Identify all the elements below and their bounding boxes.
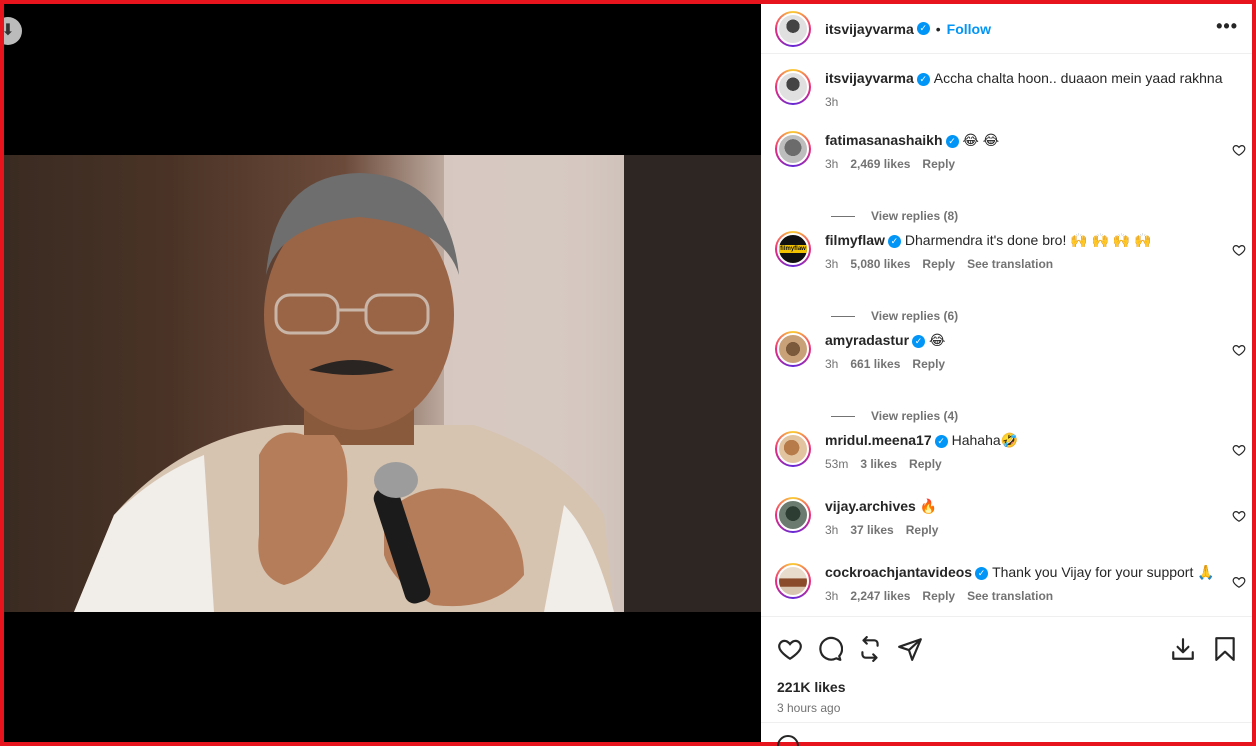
view-replies-button[interactable]: View replies (8) [761, 201, 1252, 231]
photo-illustration [74, 155, 761, 612]
comment-item: vijay.archives 🔥 3h 37 likes Reply [761, 497, 1252, 563]
down-arrow-icon[interactable]: ⬇ [4, 17, 22, 45]
comment-likes[interactable]: 661 likes [850, 357, 900, 371]
comment-avatar[interactable] [775, 431, 811, 467]
comment-item: filmyflaw filmyflaw ✓ Dharmendra it's done… [761, 231, 1252, 301]
comment-time: 3h [825, 257, 839, 271]
comment-like-heart-icon[interactable] [1232, 509, 1246, 523]
comment-time: 3h [825, 357, 839, 371]
separator-dot: • [935, 20, 941, 37]
comment-time: 53m [825, 457, 849, 471]
comment-item: mridul.meena17 ✓ Hahaha🤣 53m 3 likes Reply [761, 431, 1252, 497]
repost-icon[interactable] [857, 636, 883, 662]
post-media[interactable]: ⬇ [4, 4, 761, 742]
comment-like-heart-icon[interactable] [1232, 443, 1246, 457]
reply-button[interactable]: Reply [922, 157, 955, 171]
comment-likes[interactable]: 2,469 likes [850, 157, 910, 171]
comment-item: amyradastur ✓ 😂 3h 661 likes Reply [761, 331, 1252, 401]
comment-username[interactable]: fatimasanashaikh [825, 132, 943, 148]
comment-time: 3h [825, 589, 839, 603]
comment-like-heart-icon[interactable] [1232, 343, 1246, 357]
comment-username[interactable]: filmyflaw [825, 232, 885, 248]
replies-line [831, 315, 855, 317]
comment-likes[interactable]: 37 likes [850, 523, 893, 537]
comment-time: 3h [825, 523, 839, 537]
comment-like-heart-icon[interactable] [1232, 575, 1246, 589]
comment-likes[interactable]: 2,247 likes [850, 589, 910, 603]
caption-avatar[interactable] [775, 69, 811, 105]
verified-badge-icon: ✓ [916, 22, 930, 35]
author-username[interactable]: itsvijayvarma [825, 21, 914, 37]
comment-username[interactable]: mridul.meena17 [825, 432, 932, 448]
view-replies-label: View replies (4) [871, 409, 959, 423]
emoji-icon[interactable] [777, 735, 799, 746]
comment-avatar[interactable] [775, 563, 811, 599]
see-translation-button[interactable]: See translation [967, 589, 1053, 603]
likes-count[interactable]: 221K likes [761, 669, 1252, 695]
view-replies-button[interactable]: View replies (4) [761, 401, 1252, 431]
view-replies-button[interactable]: View replies (6) [761, 301, 1252, 331]
reply-button[interactable]: Reply [912, 357, 945, 371]
caption-username[interactable]: itsvijayvarma [825, 70, 914, 86]
comment-text: Thank you Vijay for your support 🙏 [992, 564, 1215, 580]
caption-time: 3h [825, 95, 839, 109]
download-icon[interactable] [1170, 636, 1196, 662]
add-comment-bar[interactable] [761, 722, 1252, 746]
post-side-panel: itsvijayvarma ✓ • Follow ••• itsvijayvar… [761, 4, 1252, 746]
comment-like-heart-icon[interactable] [1232, 243, 1246, 257]
caption-text: Accha chalta hoon.. duaaon mein yaad rak… [933, 70, 1223, 86]
verified-badge-icon: ✓ [975, 566, 989, 580]
comment-time: 3h [825, 157, 839, 171]
view-replies-label: View replies (6) [871, 309, 959, 323]
comment-icon[interactable] [817, 636, 843, 662]
verified-badge-icon: ✓ [945, 134, 959, 148]
comment-text: Hahaha🤣 [951, 432, 1019, 448]
comment-likes[interactable]: 3 likes [860, 457, 897, 471]
view-replies-label: View replies (8) [871, 209, 959, 223]
heart-icon[interactable] [777, 636, 803, 662]
bookmark-icon[interactable] [1212, 636, 1238, 662]
post-header: itsvijayvarma ✓ • Follow ••• [761, 4, 1252, 54]
comment-item: cockroachjantavideos ✓ Thank you Vijay for… [761, 563, 1252, 615]
author-avatar[interactable] [775, 10, 811, 47]
comment-avatar[interactable] [775, 497, 811, 533]
comment-text: 🔥 [919, 498, 938, 514]
more-options-icon[interactable]: ••• [1216, 16, 1238, 37]
see-translation-button[interactable]: See translation [967, 257, 1053, 271]
replies-line [831, 215, 855, 217]
comment-item: fatimasanashaikh ✓ 😂 😂 3h 2,469 likes Reply [761, 131, 1252, 201]
reply-button[interactable]: Reply [909, 457, 942, 471]
comment-text: 😂 😂 [962, 132, 1000, 148]
comment-username[interactable]: amyradastur [825, 332, 909, 348]
post-time: 3 hours ago [777, 701, 841, 715]
comment-username[interactable]: vijay.archives [825, 498, 916, 514]
comment-likes[interactable]: 5,080 likes [850, 257, 910, 271]
reply-button[interactable]: Reply [922, 589, 955, 603]
comment-avatar[interactable]: filmyflaw [775, 231, 811, 267]
replies-line [831, 415, 855, 417]
follow-button[interactable]: Follow [947, 21, 991, 37]
comment-text: 😂 [929, 332, 946, 348]
comment-avatar[interactable] [775, 331, 811, 367]
verified-badge-icon: ✓ [934, 434, 948, 448]
verified-badge-icon: ✓ [912, 334, 926, 348]
send-icon[interactable] [897, 636, 923, 662]
action-icons [761, 617, 1252, 669]
comment-like-heart-icon[interactable] [1232, 143, 1246, 157]
reply-button[interactable]: Reply [906, 523, 939, 537]
comments-list[interactable]: itsvijayvarma ✓ Accha chalta hoon.. duaaon… [761, 55, 1252, 615]
reply-button[interactable]: Reply [922, 257, 955, 271]
post-photo [4, 155, 761, 612]
comment-username[interactable]: cockroachjantavideos [825, 564, 972, 580]
comment-text: Dharmendra it's done bro! 🙌 🙌 🙌 🙌 [904, 232, 1152, 248]
verified-badge-icon: ✓ [916, 72, 930, 86]
post-caption: itsvijayvarma ✓ Accha chalta hoon.. duaaon… [761, 55, 1252, 131]
comment-avatar[interactable] [775, 131, 811, 167]
avatar-badge-text: filmyflaw [779, 245, 807, 253]
verified-badge-icon: ✓ [887, 234, 901, 248]
